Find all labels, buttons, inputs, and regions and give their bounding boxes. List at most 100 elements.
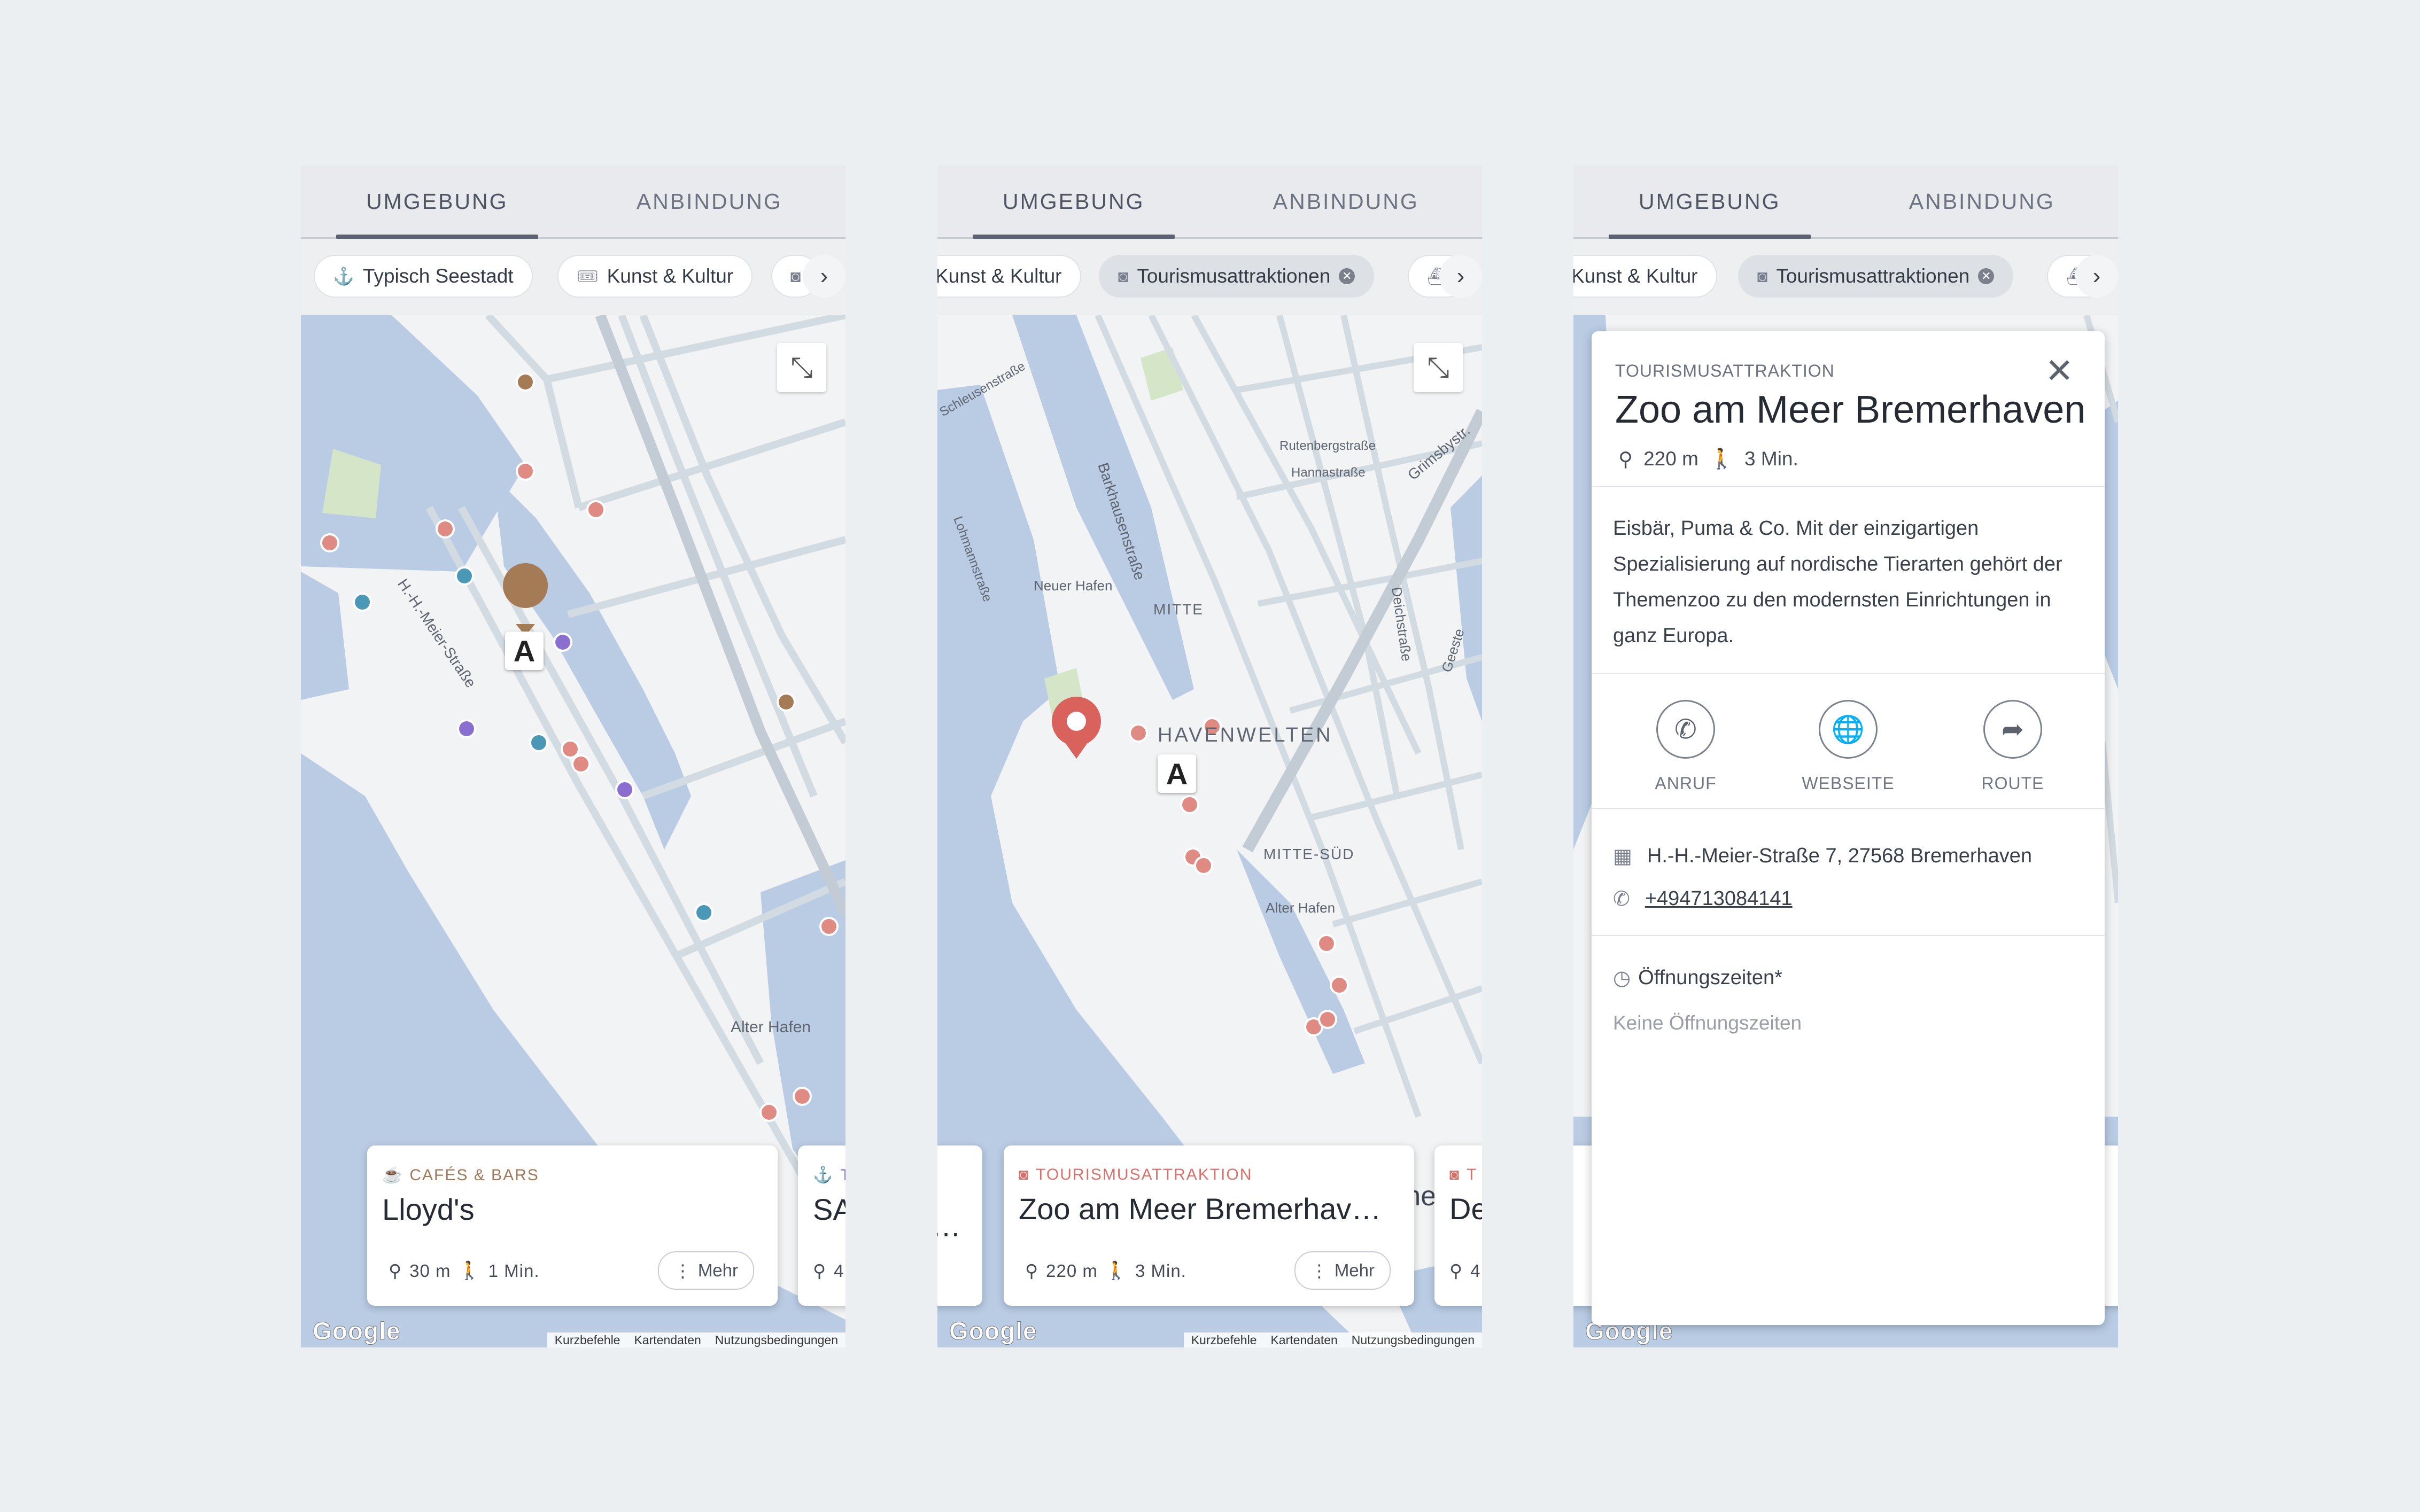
poi-card-next[interactable]: ⚓ T SA ⚲ 4 bbox=[798, 1145, 846, 1306]
close-icon[interactable]: ✕ bbox=[2045, 354, 2074, 388]
tab-nearby[interactable]: UMGEBUNG bbox=[301, 166, 573, 239]
route-button[interactable]: ➦ ROUTE bbox=[1959, 700, 2066, 793]
website-button[interactable]: 🌐 WEBSEITE bbox=[1795, 700, 1902, 793]
category-label: TOURISMUSATTRAKTION bbox=[1036, 1166, 1253, 1183]
address-row: ▦ H.-H.-Meier-Straße 7, 27568 Bremerhave… bbox=[1613, 844, 2032, 868]
divider bbox=[1592, 673, 2105, 674]
pin-icon: ⚲ bbox=[1618, 448, 1633, 470]
phone-panel-detail: UMGEBUNG ANBINDUNG Kunst & Kultur ◙ Tour… bbox=[1573, 166, 2118, 1347]
chip-tourismusattraktionen[interactable]: ◙ Tourismusattraktionen ✕ bbox=[1738, 255, 2014, 298]
card-category: ☕ CAFÉS & BARS bbox=[382, 1166, 759, 1184]
camera-icon: ◙ bbox=[1118, 266, 1129, 286]
shortcuts-link[interactable]: Kurzbefehle bbox=[555, 1333, 620, 1347]
chip-tourismusattraktionen[interactable]: ◙ Tourismusattraktionen ✕ bbox=[1099, 255, 1375, 298]
category-filter-bar: Kunst & Kultur ◙ Tourismusattraktionen ✕… bbox=[1573, 239, 2118, 315]
phone-icon: ✆ bbox=[1613, 888, 1630, 910]
poi-card[interactable]: ◙ TOURISMUSATTRAKTION Zoo am Meer Bremer… bbox=[1004, 1145, 1414, 1306]
tab-connection[interactable]: ANBINDUNG bbox=[1846, 166, 2119, 237]
map[interactable]: MITTE HAVENWELTEN MITTE-SÜD Neuer Hafen … bbox=[937, 315, 1482, 1347]
poi-card-prev[interactable]: … bbox=[937, 1145, 982, 1306]
more-label: Mehr bbox=[697, 1260, 738, 1280]
category-label: T bbox=[1467, 1166, 1478, 1183]
pin-icon: ⚲ bbox=[813, 1261, 827, 1281]
terms-link[interactable]: Nutzungsbedingungen bbox=[1352, 1333, 1475, 1347]
chevron-right-icon[interactable]: › bbox=[803, 255, 846, 298]
card-category: ⚓ T bbox=[813, 1166, 846, 1184]
chip-typisch-seestadt[interactable]: ⚓ Typisch Seestadt bbox=[314, 255, 533, 298]
poi-card[interactable]: ☕ CAFÉS & BARS Lloyd's ⚲ 30 m 🚶 1 Min. ⋮… bbox=[367, 1145, 778, 1306]
call-button[interactable]: ✆ ANRUF bbox=[1632, 700, 1739, 793]
marker-label: A bbox=[1166, 757, 1188, 791]
chip-label: Tourismusattraktionen bbox=[1137, 265, 1331, 287]
camera-icon: ◙ bbox=[1449, 1166, 1461, 1183]
mapdata-link[interactable]: Kartendaten bbox=[1270, 1333, 1337, 1347]
tab-nearby[interactable]: UMGEBUNG bbox=[1573, 166, 1846, 239]
ticket-icon: 🎟 bbox=[577, 267, 599, 286]
distance: 220 m bbox=[1046, 1260, 1098, 1281]
distance: 4 bbox=[834, 1260, 844, 1281]
divider bbox=[1592, 486, 2105, 487]
harbor-label: Neuer Hafen bbox=[1034, 578, 1112, 594]
remove-filter-icon[interactable]: ✕ bbox=[1978, 268, 1995, 284]
directions-icon: ➦ bbox=[1983, 700, 2042, 759]
cafe-icon: ☕ bbox=[382, 1166, 404, 1184]
more-button[interactable]: ⋮ Mehr bbox=[1294, 1251, 1391, 1290]
map[interactable]: H.-H.-Meier-Straße Alter Hafen A ⤡ ☕ CAF… bbox=[301, 315, 846, 1347]
pin-icon: ⚲ bbox=[1025, 1261, 1039, 1281]
chip-label: Kunst & Kultur bbox=[607, 265, 734, 287]
chip-kunst-kultur[interactable]: 🎟 Kunst & Kultur bbox=[557, 255, 753, 298]
poi-card-next[interactable]: ◙ T De ⚲ 4 bbox=[1434, 1145, 1482, 1306]
card-name: Lloyd's bbox=[382, 1193, 475, 1226]
pin-icon: ⚲ bbox=[389, 1261, 402, 1281]
exit-fullscreen-icon[interactable]: ⤡ bbox=[1414, 343, 1463, 392]
call-label: ANRUF bbox=[1655, 774, 1717, 793]
terms-link[interactable]: Nutzungsbedingungen bbox=[715, 1333, 838, 1347]
detail-title: Zoo am Meer Bremerhaven bbox=[1615, 388, 2086, 431]
district-label: MITTE bbox=[1153, 601, 1204, 618]
category-filter-bar: Kunst & Kultur ◙ Tourismusattraktionen ✕… bbox=[937, 239, 1482, 315]
street-label: Hannastraße bbox=[1291, 465, 1366, 480]
phone-panel-tourism: UMGEBUNG ANBINDUNG Kunst & Kultur ◙ Tour… bbox=[937, 166, 1482, 1347]
harbor-label: Alter Hafen bbox=[1266, 900, 1335, 916]
walk-icon: 🚶 bbox=[1709, 448, 1734, 470]
walk-icon: 🚶 bbox=[1105, 1260, 1128, 1280]
card-meta: ⚲ 220 m 🚶 3 Min. bbox=[1025, 1260, 1186, 1281]
clock-icon: ◷ bbox=[1613, 967, 1631, 989]
distance: 4 bbox=[1470, 1260, 1481, 1281]
chip-label: Typisch Seestadt bbox=[362, 265, 514, 287]
chip-label: Tourismusattraktionen bbox=[1776, 265, 1970, 287]
camera-icon: ◙ bbox=[790, 266, 801, 286]
chevron-right-icon[interactable]: › bbox=[1439, 255, 1482, 298]
walk-time: 3 Min. bbox=[1744, 448, 1798, 470]
tab-nearby[interactable]: UMGEBUNG bbox=[937, 166, 1210, 239]
poi-detail-sheet: TOURISMUSATTRAKTION ✕ Zoo am Meer Bremer… bbox=[1592, 331, 2105, 1325]
tab-connection[interactable]: ANBINDUNG bbox=[573, 166, 846, 237]
remove-filter-icon[interactable]: ✕ bbox=[1339, 268, 1355, 284]
hours-label: Öffnungszeiten* bbox=[1638, 967, 1782, 989]
building-icon: ▦ bbox=[1613, 845, 1632, 868]
distance: 220 m bbox=[1643, 448, 1698, 470]
exit-fullscreen-icon[interactable]: ⤡ bbox=[777, 343, 826, 392]
map-attribution: Kurzbefehle Kartendaten Nutzungsbedingun… bbox=[547, 1332, 846, 1347]
chip-kunst-kultur[interactable]: Kunst & Kultur bbox=[937, 255, 1081, 298]
mapdata-link[interactable]: Kartendaten bbox=[634, 1333, 701, 1347]
more-label: Mehr bbox=[1334, 1260, 1375, 1280]
card-name: De bbox=[1449, 1192, 1482, 1226]
walk-time: 1 Min. bbox=[488, 1260, 540, 1281]
camera-icon: ◙ bbox=[1757, 266, 1768, 286]
phone-link[interactable]: +494713084141 bbox=[1645, 887, 1793, 910]
card-name: Zoo am Meer Bremerhav… bbox=[1019, 1192, 1382, 1226]
home-marker[interactable]: A bbox=[505, 632, 544, 670]
detail-meta: ⚲ 220 m 🚶 3 Min. bbox=[1618, 448, 1798, 471]
tab-connection[interactable]: ANBINDUNG bbox=[1210, 166, 1483, 237]
category-label: T bbox=[840, 1166, 846, 1184]
shortcuts-link[interactable]: Kurzbefehle bbox=[1191, 1333, 1257, 1347]
google-logo: Google bbox=[949, 1317, 1037, 1345]
chevron-right-icon[interactable]: › bbox=[2075, 255, 2118, 298]
detail-description: Eisbär, Puma & Co. Mit der einzigartigen… bbox=[1613, 517, 2062, 647]
home-marker[interactable]: A bbox=[1158, 754, 1196, 793]
chip-kunst-kultur[interactable]: Kunst & Kultur bbox=[1573, 255, 1717, 298]
more-button[interactable]: ⋮ Mehr bbox=[657, 1251, 754, 1290]
more-vert-icon: ⋮ bbox=[1310, 1260, 1328, 1281]
card-name: SA bbox=[813, 1193, 846, 1226]
